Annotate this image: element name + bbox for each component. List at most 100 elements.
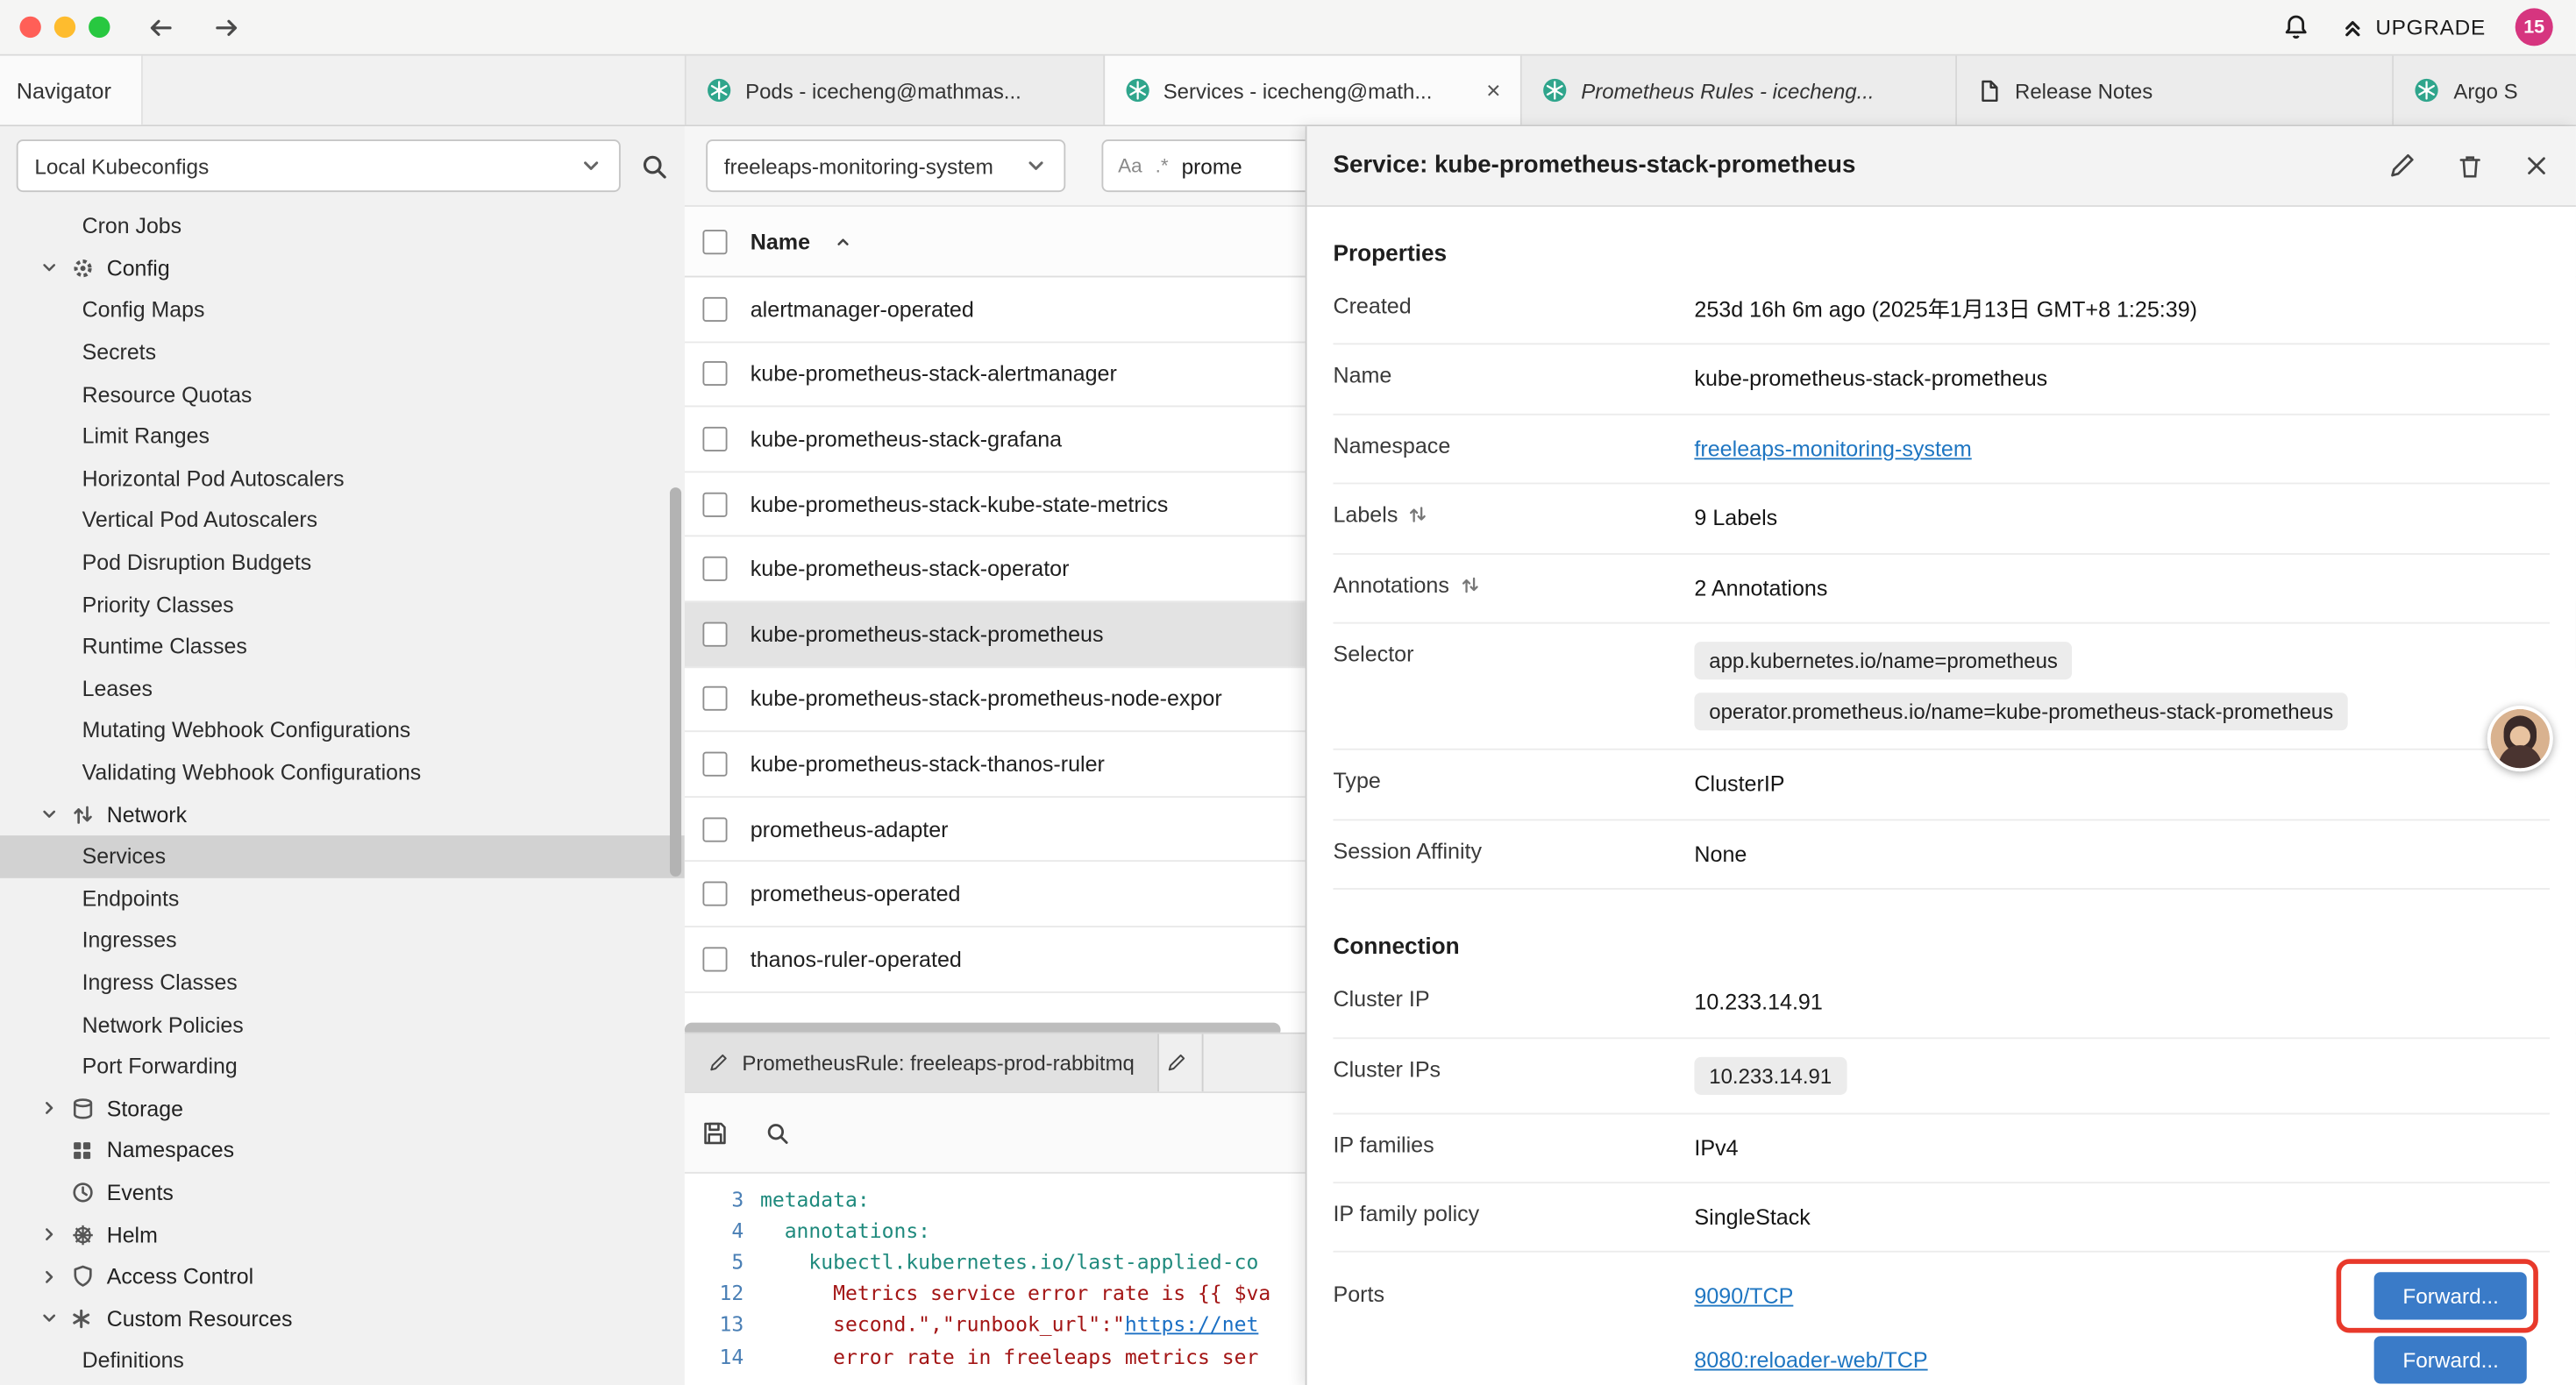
row-checkbox[interactable] xyxy=(702,492,727,516)
tab-argo[interactable]: Argo S xyxy=(2395,56,2576,125)
connection-row-ip-family-policy: IP family policy SingleStack xyxy=(1333,1183,2550,1253)
sidebar-item-runtime-classes[interactable]: Runtime Classes xyxy=(0,625,685,667)
close-drawer-icon[interactable] xyxy=(2523,153,2550,179)
name-column-header[interactable]: Name xyxy=(751,229,810,253)
sidebar-item-validating-webhook-configurations[interactable]: Validating Webhook Configurations xyxy=(0,751,685,793)
delete-trash-icon[interactable] xyxy=(2456,152,2484,180)
minimize-window-button[interactable] xyxy=(54,17,75,38)
upgrade-button[interactable]: UPGRADE xyxy=(2339,14,2486,40)
notifications-bell-icon[interactable] xyxy=(2282,13,2310,41)
sidebar-item-ingress-classes[interactable]: Ingress Classes xyxy=(0,962,685,1004)
port-link[interactable]: 9090/TCP xyxy=(1694,1284,1793,1309)
namespace-link[interactable]: freeleaps-monitoring-system xyxy=(1694,433,1971,465)
forward-button[interactable]: Forward... xyxy=(2375,1273,2527,1320)
user-avatar[interactable] xyxy=(2487,706,2553,771)
sidebar-item-cron-jobs[interactable]: Cron Jobs xyxy=(0,205,685,247)
sidebar-item-pod-disruption-budgets[interactable]: Pod Disruption Budgets xyxy=(0,541,685,583)
close-tab-icon[interactable]: × xyxy=(1486,78,1500,103)
row-checkbox[interactable] xyxy=(702,621,727,646)
port-line: 9090/TCP Forward... xyxy=(1694,1271,2550,1322)
sidebar-item-storage[interactable]: Storage xyxy=(0,1087,685,1129)
sidebar-item-events[interactable]: Events xyxy=(0,1171,685,1213)
sidebar-item-definitions[interactable]: Definitions xyxy=(0,1339,685,1381)
history-back-button[interactable] xyxy=(146,12,176,42)
sidebar-item-priority-classes[interactable]: Priority Classes xyxy=(0,583,685,625)
properties-section-heading: Properties xyxy=(1333,239,2550,266)
sidebar-search-icon[interactable] xyxy=(640,152,668,180)
row-checkbox[interactable] xyxy=(702,362,727,387)
sidebar-item-ingresses[interactable]: Ingresses xyxy=(0,920,685,962)
row-checkbox[interactable] xyxy=(702,557,727,581)
row-checkbox[interactable] xyxy=(702,427,727,451)
row-checkbox[interactable] xyxy=(702,882,727,906)
edit-pencil-icon[interactable] xyxy=(2387,151,2417,181)
sidebar-item-helm[interactable]: Helm xyxy=(0,1213,685,1255)
editor-search-icon[interactable] xyxy=(765,1120,790,1145)
close-window-button[interactable] xyxy=(19,17,40,38)
selector-badge: operator.prometheus.io/name=kube-prometh… xyxy=(1694,693,2348,731)
sort-asc-icon[interactable] xyxy=(833,231,854,252)
forward-button[interactable]: Forward... xyxy=(2375,1337,2527,1384)
sidebar-item-secrets[interactable]: Secrets xyxy=(0,331,685,373)
sidebar-item-leases[interactable]: Leases xyxy=(0,667,685,709)
line-number: 12 xyxy=(685,1282,760,1305)
pencil-icon xyxy=(708,1052,729,1073)
chevron-down-icon xyxy=(1024,154,1047,177)
sidebar-item-resource-quotas[interactable]: Resource Quotas xyxy=(0,373,685,416)
sidebar-item-services[interactable]: Services xyxy=(0,835,685,877)
drawer-title: Service: kube-prometheus-stack-prometheu… xyxy=(1333,153,1855,179)
dock-tab-prometheusrule[interactable]: PrometheusRule: freeleaps-prod-rabbitmq xyxy=(685,1034,1159,1092)
row-checkbox[interactable] xyxy=(702,752,727,777)
sidebar-item-custom-resources[interactable]: Custom Resources xyxy=(0,1297,685,1339)
namespace-select[interactable]: freeleaps-monitoring-system xyxy=(706,139,1065,192)
property-row-selector: Selector app.kubernetes.io/name=promethe… xyxy=(1333,624,2550,750)
expand-collapse-icon[interactable] xyxy=(1459,574,1480,595)
row-checkbox[interactable] xyxy=(702,297,727,322)
kubeconfig-select-value: Local Kubeconfigs xyxy=(34,153,209,178)
kubeconfig-select[interactable]: Local Kubeconfigs xyxy=(17,139,621,192)
sidebar-item-endpoints[interactable]: Endpoints xyxy=(0,877,685,920)
save-icon[interactable] xyxy=(701,1119,729,1147)
custom-resources-icon xyxy=(71,1308,96,1329)
sidebar-item-horizontal-pod-autoscalers[interactable]: Horizontal Pod Autoscalers xyxy=(0,458,685,500)
connection-row-ports: Ports 9090/TCP Forward... 8080:reloader-… xyxy=(1333,1253,2550,1385)
storage-icon xyxy=(71,1096,96,1120)
match-case-toggle[interactable]: Aa xyxy=(1118,154,1142,177)
tab-pods[interactable]: Pods - icecheng@mathmas... xyxy=(687,56,1105,125)
sidebar-item-vertical-pod-autoscalers[interactable]: Vertical Pod Autoscalers xyxy=(0,500,685,542)
sidebar-item-namespaces[interactable]: Namespaces xyxy=(0,1129,685,1171)
select-all-checkbox[interactable] xyxy=(702,229,727,253)
kubernetes-icon xyxy=(2414,77,2440,103)
sidebar-item-limit-ranges[interactable]: Limit Ranges xyxy=(0,416,685,458)
zoom-window-button[interactable] xyxy=(89,17,110,38)
chevron-down-icon xyxy=(39,259,59,278)
sidebar-item-network[interactable]: Network xyxy=(0,793,685,835)
history-forward-button[interactable] xyxy=(212,12,242,42)
sidebar-item-config-maps[interactable]: Config Maps xyxy=(0,289,685,331)
regex-toggle[interactable]: .* xyxy=(1156,154,1169,177)
notification-badge[interactable]: 15 xyxy=(2516,8,2553,46)
property-row-annotations: Annotations 2 Annotations xyxy=(1333,554,2550,623)
sidebar-item-mutating-webhook-configurations[interactable]: Mutating Webhook Configurations xyxy=(0,709,685,751)
sidebar-scrollbar[interactable] xyxy=(670,487,681,877)
tab-label: Pods - icecheng@mathmas... xyxy=(745,78,1021,103)
sidebar-item-port-forwarding[interactable]: Port Forwarding xyxy=(0,1046,685,1088)
row-checkbox[interactable] xyxy=(702,686,727,711)
sidebar-item-network-policies[interactable]: Network Policies xyxy=(0,1004,685,1046)
tab-release-notes[interactable]: Release Notes xyxy=(1957,56,2394,125)
sidebar-item-access-control[interactable]: Access Control xyxy=(0,1255,685,1297)
tab-label: Services - icecheng@math... xyxy=(1163,78,1433,103)
chevron-down-icon xyxy=(39,805,59,824)
dock-tab-partial[interactable] xyxy=(1159,1034,1204,1092)
sidebar-item-config[interactable]: Config xyxy=(0,247,685,289)
shield-icon xyxy=(71,1264,96,1289)
url-link[interactable]: https://net xyxy=(1125,1314,1258,1337)
tab-prometheus-rules[interactable]: Prometheus Rules - icecheng... xyxy=(1522,56,1958,125)
chevron-right-icon xyxy=(39,1267,59,1286)
tab-services[interactable]: Services - icecheng@math... × xyxy=(1104,56,1522,125)
code-line: Metrics service error rate is {{ $va xyxy=(760,1282,1270,1305)
row-checkbox[interactable] xyxy=(702,947,727,971)
row-checkbox[interactable] xyxy=(702,817,727,842)
expand-collapse-icon[interactable] xyxy=(1408,504,1429,525)
port-link[interactable]: 8080:reloader-web/TCP xyxy=(1694,1348,1927,1373)
